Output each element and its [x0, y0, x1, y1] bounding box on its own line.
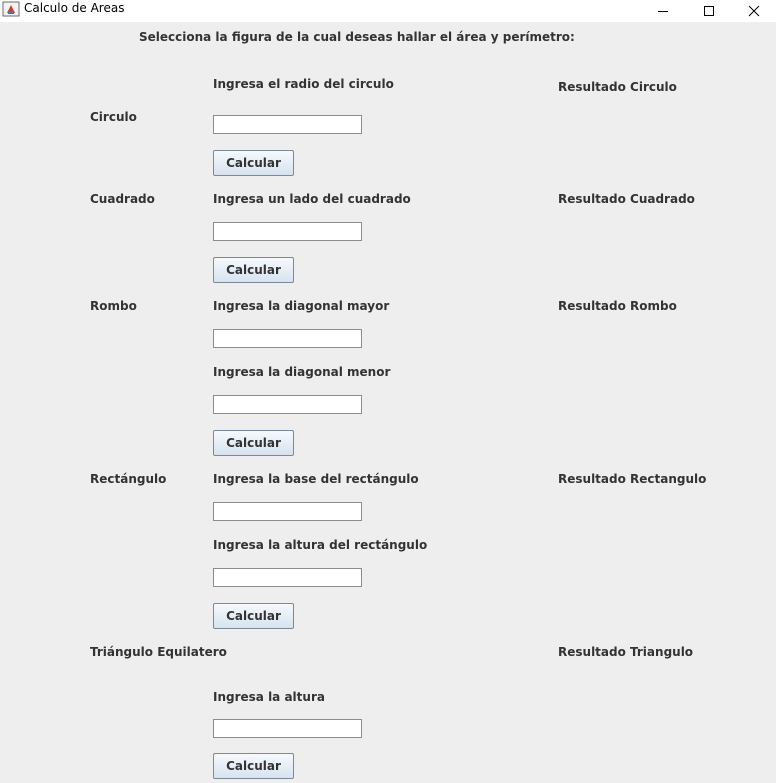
- triangulo-label: Triángulo Equilatero: [90, 645, 227, 659]
- circulo-radio-label: Ingresa el radio del circulo: [213, 77, 394, 91]
- rombo-diagonal-menor-label: Ingresa la diagonal menor: [213, 365, 391, 379]
- instruction-label: Selecciona la figura de la cual deseas h…: [139, 30, 575, 44]
- triangulo-calcular-button[interactable]: Calcular: [213, 753, 294, 779]
- rectangulo-base-input[interactable]: [213, 502, 362, 521]
- close-icon: [748, 2, 760, 21]
- rombo-result-label: Resultado Rombo: [558, 299, 677, 313]
- triangulo-result-label: Resultado Triangulo: [558, 645, 694, 659]
- cuadrado-label: Cuadrado: [90, 192, 155, 206]
- rectangulo-altura-label: Ingresa la altura del rectángulo: [213, 538, 428, 552]
- maximize-button[interactable]: [686, 0, 732, 22]
- close-button[interactable]: [731, 0, 776, 22]
- window-titlebar: Calculo de Areas: [0, 0, 776, 22]
- window-title: Calculo de Areas: [24, 1, 125, 15]
- circulo-label: Circulo: [90, 110, 137, 124]
- minimize-icon: [657, 2, 669, 21]
- rombo-diagonal-mayor-input[interactable]: [213, 329, 362, 348]
- cuadrado-lado-input[interactable]: [213, 222, 362, 241]
- cuadrado-calcular-button[interactable]: Calcular: [213, 257, 294, 283]
- triangulo-altura-label: Ingresa la altura: [213, 690, 325, 704]
- rectangulo-label: Rectángulo: [90, 472, 167, 486]
- maximize-icon: [703, 2, 715, 21]
- rombo-label: Rombo: [90, 299, 137, 313]
- rectangulo-calcular-button[interactable]: Calcular: [213, 603, 294, 629]
- rombo-diagonal-mayor-label: Ingresa la diagonal mayor: [213, 299, 390, 313]
- java-cup-icon: [2, 1, 20, 17]
- triangulo-altura-input[interactable]: [213, 719, 362, 738]
- rombo-calcular-button[interactable]: Calcular: [213, 430, 294, 456]
- main-panel: Selecciona la figura de la cual deseas h…: [0, 22, 776, 783]
- rombo-diagonal-menor-input[interactable]: [213, 395, 362, 414]
- rectangulo-altura-input[interactable]: [213, 568, 362, 587]
- circulo-result-label: Resultado Circulo: [558, 80, 677, 94]
- cuadrado-lado-label: Ingresa un lado del cuadrado: [213, 192, 411, 206]
- rectangulo-base-label: Ingresa la base del rectángulo: [213, 472, 419, 486]
- circulo-radio-input[interactable]: [213, 115, 362, 134]
- rectangulo-result-label: Resultado Rectangulo: [558, 472, 707, 486]
- cuadrado-result-label: Resultado Cuadrado: [558, 192, 695, 206]
- minimize-button[interactable]: [640, 0, 686, 22]
- circulo-calcular-button[interactable]: Calcular: [213, 150, 294, 176]
